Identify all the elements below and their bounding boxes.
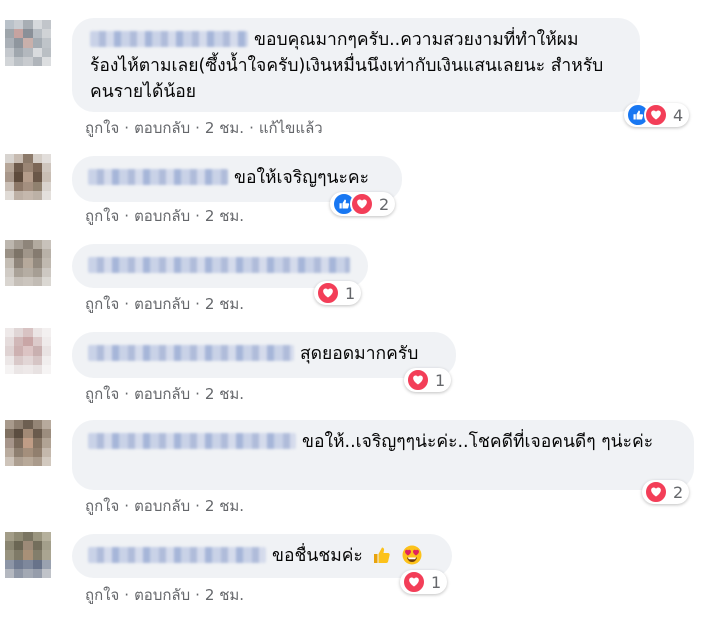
avatar[interactable]	[5, 20, 51, 66]
edited-label[interactable]: แก้ไขแล้ว	[259, 119, 323, 137]
comment-bubble: ขอชื่นชมค่ะ	[72, 534, 452, 578]
comment-text: ขอชื่นชมค่ะ	[272, 546, 363, 566]
comment-actions: ถูกใจ · ตอบกลับ · 2 ชม.	[85, 497, 245, 515]
reaction-count: 1	[431, 572, 442, 592]
avatar[interactable]	[5, 328, 51, 374]
reaction-count: 1	[435, 370, 446, 390]
commenter-name-blurred[interactable]	[88, 257, 350, 273]
like-link[interactable]: ถูกใจ	[85, 497, 119, 515]
commenter-name-blurred[interactable]	[88, 169, 228, 185]
love-reaction-icon	[402, 570, 426, 594]
timestamp[interactable]: 2 ชม.	[205, 385, 244, 403]
timestamp[interactable]: 2 ชม.	[205, 207, 244, 225]
timestamp[interactable]: 2 ชม.	[205, 586, 244, 604]
reaction-summary[interactable]: 2	[642, 480, 690, 504]
comment-text: สุดยอดมากครับ	[300, 344, 419, 364]
commenter-name-blurred[interactable]	[88, 433, 296, 449]
heart-eyes-emoji-icon	[402, 545, 422, 565]
like-link[interactable]: ถูกใจ	[85, 586, 119, 604]
timestamp[interactable]: 2 ชม.	[205, 295, 244, 313]
comment-text: ขอให้เจริญๆนะคะ	[234, 168, 369, 188]
avatar[interactable]	[5, 154, 51, 200]
like-link[interactable]: ถูกใจ	[85, 385, 119, 403]
thumbs-up-emoji-icon	[374, 547, 391, 563]
commenter-name-blurred[interactable]	[90, 31, 248, 47]
avatar[interactable]	[5, 532, 51, 578]
comment-bubble: ขอให้..เจริญๆๆน่ะค่ะ..โชคดีที่เจอคนดีๆ ๆ…	[72, 420, 694, 490]
reply-link[interactable]: ตอบกลับ	[134, 497, 190, 515]
comment-actions: ถูกใจ · ตอบกลับ · 2 ชม.	[85, 295, 245, 313]
reaction-count: 2	[379, 194, 390, 214]
reaction-summary[interactable]: 1	[314, 281, 362, 305]
reply-link[interactable]: ตอบกลับ	[134, 119, 190, 137]
reaction-summary[interactable]: 1	[400, 570, 448, 594]
love-reaction-icon	[350, 192, 374, 216]
reply-link[interactable]: ตอบกลับ	[134, 385, 190, 403]
timestamp[interactable]: 2 ชม.	[205, 497, 244, 515]
reaction-summary[interactable]: 2	[330, 192, 396, 216]
love-reaction-icon	[316, 281, 340, 305]
comment-text: ขอให้..เจริญๆๆน่ะค่ะ..โชคดีที่เจอคนดีๆ ๆ…	[302, 432, 654, 452]
comment-actions: ถูกใจ · ตอบกลับ · 2 ชม.	[85, 207, 245, 225]
comment-actions: ถูกใจ · ตอบกลับ · 2 ชม. · แก้ไขแล้ว	[85, 119, 323, 137]
comment-bubble: สุดยอดมากครับ	[72, 332, 456, 378]
love-reaction-icon	[406, 368, 430, 392]
love-reaction-icon	[644, 480, 668, 504]
reaction-count: 4	[673, 105, 684, 125]
commenter-name-blurred[interactable]	[88, 547, 266, 563]
timestamp[interactable]: 2 ชม.	[205, 119, 244, 137]
avatar[interactable]	[5, 240, 51, 286]
commenter-name-blurred[interactable]	[88, 345, 294, 361]
comment-actions: ถูกใจ · ตอบกลับ · 2 ชม.	[85, 586, 245, 604]
reply-link[interactable]: ตอบกลับ	[134, 207, 190, 225]
love-reaction-icon	[644, 103, 668, 127]
reaction-summary[interactable]: 4	[624, 103, 690, 127]
like-link[interactable]: ถูกใจ	[85, 119, 119, 137]
comment-bubble: ขอบคุณมากๆครับ..ความสวยงามที่ทำให้ผมร้อง…	[72, 18, 640, 112]
reaction-count: 1	[345, 283, 356, 303]
reaction-count: 2	[673, 482, 684, 502]
reply-link[interactable]: ตอบกลับ	[134, 295, 190, 313]
avatar[interactable]	[5, 420, 51, 466]
reply-link[interactable]: ตอบกลับ	[134, 586, 190, 604]
like-link[interactable]: ถูกใจ	[85, 207, 119, 225]
like-link[interactable]: ถูกใจ	[85, 295, 119, 313]
reaction-summary[interactable]: 1	[404, 368, 452, 392]
comment-actions: ถูกใจ · ตอบกลับ · 2 ชม.	[85, 385, 245, 403]
